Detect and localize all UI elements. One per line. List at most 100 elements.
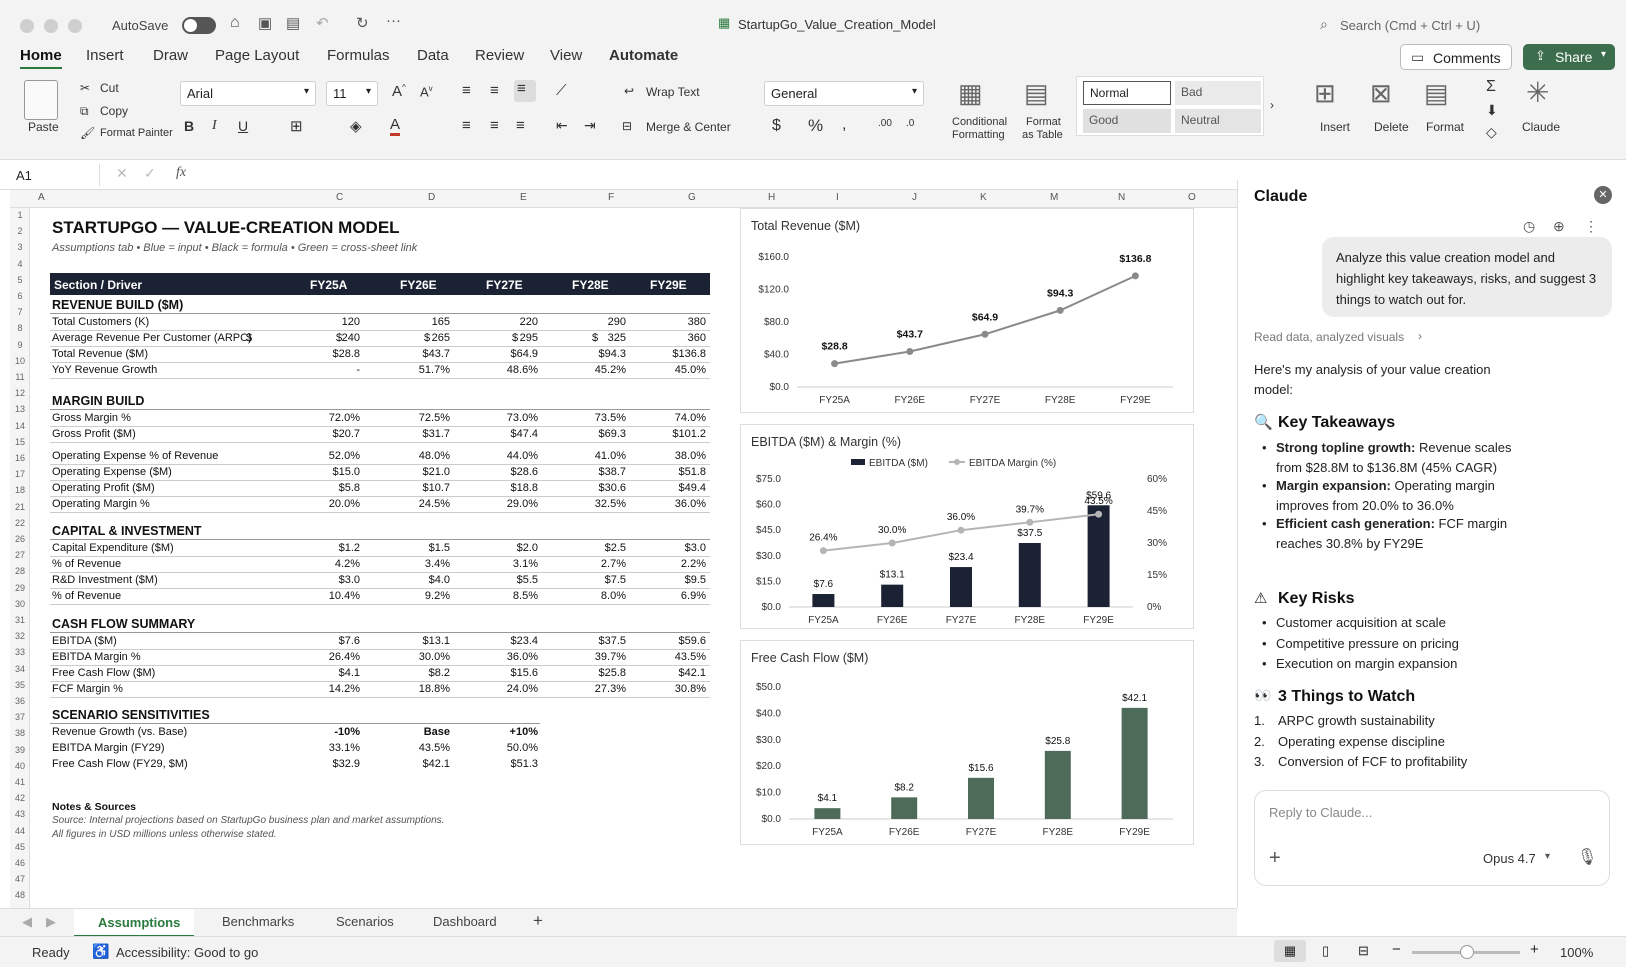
row-label[interactable]: R&D Investment ($M) [52, 574, 158, 586]
increase-decimal-icon[interactable]: .00 [878, 118, 892, 129]
align-top-icon[interactable]: ≡ [462, 82, 471, 99]
row-header[interactable]: 12 [10, 388, 30, 398]
history-icon[interactable]: ◷ [1523, 218, 1535, 235]
prev-sheet-icon[interactable]: ◀ [22, 914, 32, 930]
cell-value[interactable]: $43.7 [390, 348, 450, 360]
claude-label[interactable]: Claude [1522, 120, 1560, 134]
tab-insert[interactable]: Insert [86, 47, 124, 64]
merge-center-label[interactable]: Merge & Center [646, 120, 731, 134]
paste-icon[interactable] [24, 80, 58, 120]
cell-value[interactable]: 27.3% [566, 683, 626, 695]
delete-label[interactable]: Delete [1374, 120, 1409, 134]
chevron-right-icon[interactable]: › [1418, 329, 1422, 343]
cell-value[interactable]: 9.2% [390, 590, 450, 602]
row-label[interactable]: Operating Expense % of Revenue [52, 450, 218, 462]
cell-value[interactable]: $7.6 [300, 635, 360, 647]
cell-value[interactable]: 265 [390, 332, 450, 344]
row-header[interactable]: 11 [10, 372, 30, 382]
tab-formulas[interactable]: Formulas [327, 47, 390, 64]
cell-value[interactable]: - [300, 364, 360, 376]
chevron-down-icon[interactable]: ▾ [1545, 851, 1550, 862]
align-left-icon[interactable]: ≡ [462, 117, 471, 134]
cell-value[interactable]: 41.0% [566, 450, 626, 462]
cell-value[interactable]: 51.7% [390, 364, 450, 376]
row-label[interactable]: Operating Margin % [52, 498, 150, 510]
tab-benchmarks[interactable]: Benchmarks [222, 914, 294, 929]
row-header[interactable]: 4 [10, 259, 30, 269]
confirm-icon[interactable]: ✓ [144, 165, 156, 182]
zoom-slider-thumb[interactable] [1460, 945, 1474, 959]
cell-value[interactable]: $10.7 [390, 482, 450, 494]
cancel-icon[interactable]: ✕ [116, 165, 128, 182]
underline-icon[interactable]: U [238, 118, 248, 134]
name-box[interactable]: A1 [10, 164, 100, 186]
cell-value[interactable]: $28.8 [300, 348, 360, 360]
cell-value[interactable]: 29.0% [478, 498, 538, 510]
row-header[interactable]: 38 [10, 728, 30, 738]
cell-value[interactable]: 2.2% [646, 558, 706, 570]
row-header[interactable]: 39 [10, 745, 30, 755]
row-label[interactable]: Operating Profit ($M) [52, 482, 155, 494]
column-header[interactable]: A [38, 192, 45, 203]
row-header[interactable]: 42 [10, 793, 30, 803]
format-cells-icon[interactable]: ▤ [1424, 78, 1449, 109]
cell-value[interactable]: $69.3 [566, 428, 626, 440]
row-label[interactable]: FCF Margin % [52, 683, 123, 695]
cell-value[interactable]: $101.2 [646, 428, 706, 440]
cell-value[interactable]: 30.0% [390, 651, 450, 663]
cell-value[interactable]: $51.8 [646, 466, 706, 478]
search-input[interactable]: Search (Cmd + Ctrl + U) [1340, 18, 1480, 33]
cell-value[interactable]: $51.3 [478, 758, 538, 770]
cell-value[interactable]: $42.1 [646, 667, 706, 679]
currency-icon[interactable]: $ [772, 117, 781, 135]
cell-value[interactable]: 290 [566, 316, 626, 328]
insert-cells-icon[interactable]: ⊞ [1314, 78, 1336, 109]
column-header[interactable]: E [520, 192, 527, 203]
row-header[interactable]: 29 [10, 583, 30, 593]
row-header[interactable]: 8 [10, 323, 30, 333]
row-header[interactable]: 34 [10, 664, 30, 674]
row-header[interactable]: 15 [10, 437, 30, 447]
row-header[interactable]: 31 [10, 615, 30, 625]
plus-icon[interactable]: + [1269, 847, 1281, 870]
zoom-slider[interactable] [1412, 945, 1520, 959]
cell-value[interactable]: 165 [390, 316, 450, 328]
style-bad[interactable]: Bad [1175, 81, 1261, 105]
conditional-formatting-label-1[interactable]: Conditional [952, 116, 1007, 128]
align-center-icon[interactable]: ≡ [490, 117, 499, 134]
cell-value[interactable]: 36.0% [646, 498, 706, 510]
cell-value[interactable]: 48.6% [478, 364, 538, 376]
cell-value[interactable]: $32.9 [300, 758, 360, 770]
increase-font-icon[interactable]: A^ [392, 83, 406, 100]
row-header[interactable]: 7 [10, 307, 30, 317]
share-button[interactable]: ⇪ Share ▾ [1523, 44, 1615, 70]
row-label[interactable]: EBITDA Margin (FY29) [52, 742, 164, 754]
cell-value[interactable]: 72.5% [390, 412, 450, 424]
cell-value[interactable]: 39.7% [566, 651, 626, 663]
normal-view-icon[interactable]: ▦ [1274, 940, 1306, 962]
cell-value[interactable]: 32.5% [566, 498, 626, 510]
row-header[interactable]: 41 [10, 777, 30, 787]
cell-value[interactable]: $21.0 [390, 466, 450, 478]
paste-label[interactable]: Paste [28, 120, 59, 134]
cell-value[interactable]: $18.8 [478, 482, 538, 494]
cell-value[interactable]: 30.8% [646, 683, 706, 695]
cell-value[interactable]: 73.5% [566, 412, 626, 424]
align-right-icon[interactable]: ≡ [516, 117, 525, 134]
cell-value[interactable]: $64.9 [478, 348, 538, 360]
cell-value[interactable]: $94.3 [566, 348, 626, 360]
format-table-icon[interactable]: ▤ [1024, 78, 1049, 109]
cell-value[interactable]: $28.6 [478, 466, 538, 478]
cell-value[interactable]: $4.1 [300, 667, 360, 679]
decrease-decimal-icon[interactable]: .0 [906, 118, 914, 129]
tab-assumptions[interactable]: Assumptions [74, 909, 194, 937]
row-header[interactable]: 46 [10, 858, 30, 868]
revenue-chart[interactable]: Total Revenue ($M) $0.0 $40.0 $80.0 $120.0 $… [740, 208, 1194, 413]
cut-icon[interactable]: ✂ [80, 81, 90, 95]
column-header[interactable]: H [768, 192, 775, 203]
tab-home[interactable]: Home [20, 47, 62, 69]
row-header[interactable]: 9 [10, 340, 30, 350]
row-header[interactable]: 40 [10, 761, 30, 771]
style-normal[interactable]: Normal [1083, 81, 1171, 105]
save-as-icon[interactable]: ▤ [286, 14, 300, 32]
